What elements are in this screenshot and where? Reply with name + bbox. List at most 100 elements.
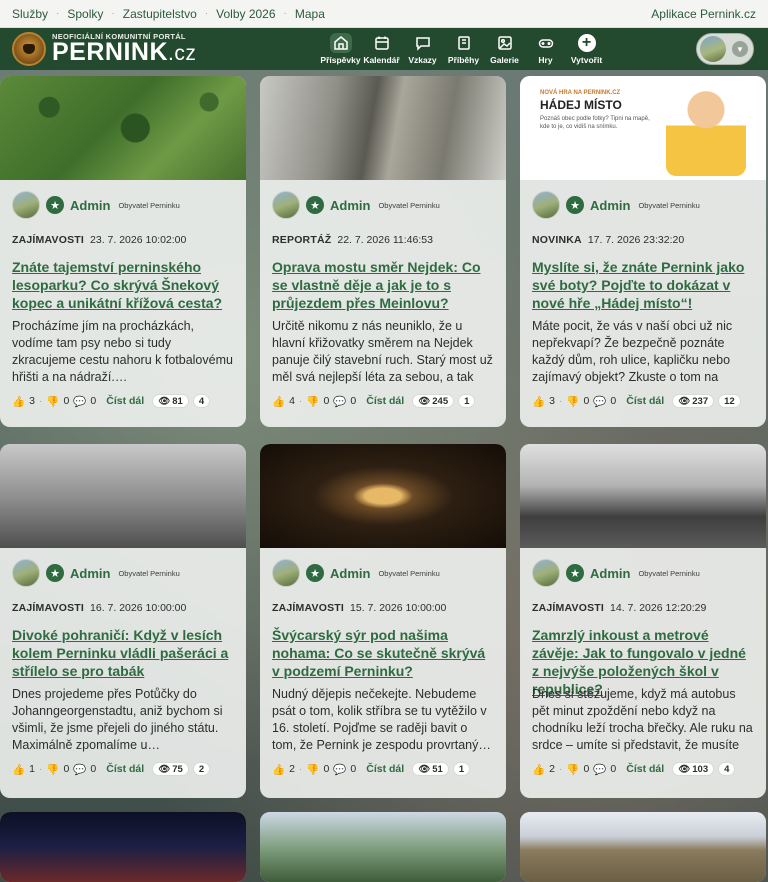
nav-prispevky[interactable]: Příspěvky [320, 28, 361, 70]
views-badge: 👁 51 [412, 762, 449, 776]
eye-icon: 👁 [418, 763, 431, 775]
post-image[interactable] [0, 444, 246, 548]
post-image[interactable] [520, 812, 766, 882]
author-name[interactable]: Admin [330, 566, 370, 581]
post-title[interactable]: Švýcarský sýr pod našima nohama: Co se s… [260, 622, 506, 684]
comment-icon[interactable]: 💬 [593, 763, 606, 776]
gamepad-icon [538, 39, 553, 48]
author-name[interactable]: Admin [330, 198, 370, 213]
author-avatar[interactable] [12, 559, 40, 587]
views-badge: 👁 237 [672, 394, 715, 408]
post-card[interactable] [0, 812, 246, 882]
post-stats: 👍 3 · 👎 0 💬 0 Číst dál 👁 81 4 [0, 388, 246, 408]
post-date: 22. 7. 2026 11:46:53 [337, 234, 433, 246]
link-volby[interactable]: Volby 2026 [216, 7, 275, 21]
read-more-link[interactable]: Číst dál [626, 395, 664, 407]
author-name[interactable]: Admin [70, 566, 110, 581]
nav-vytvorit[interactable]: + Vytvořit [566, 28, 607, 70]
nav-galerie[interactable]: Galerie [484, 28, 525, 70]
author-role: Obyvatel Perninku [378, 200, 440, 210]
post-image[interactable] [0, 76, 246, 180]
image-icon [497, 36, 512, 50]
nav-hry[interactable]: Hry [525, 28, 566, 70]
thumbs-up-icon[interactable]: 👍 [532, 763, 545, 776]
link-mapa[interactable]: Mapa [295, 7, 325, 21]
comment-icon[interactable]: 💬 [333, 395, 346, 408]
comment-icon[interactable]: 💬 [593, 395, 606, 408]
post-category: ZAJÍMAVOSTI [12, 602, 85, 614]
read-more-link[interactable]: Číst dál [106, 395, 144, 407]
post-card[interactable]: NOVÁ HRA NA PERNINK.CZ HÁDEJ MÍSTO Pozná… [520, 76, 766, 427]
post-category: ZAJÍMAVOSTI [532, 602, 605, 614]
author-avatar[interactable] [532, 559, 560, 587]
count-badge: 4 [718, 762, 736, 776]
post-card[interactable]: ★ Admin Obyvatel Perninku ZAJÍMAVOSTI 23.… [0, 76, 246, 427]
site-logo[interactable]: NEOFICIÁLNÍ KOMUNITNÍ PORTÁL PERNINK.cz [12, 32, 196, 66]
comment-icon[interactable]: 💬 [73, 395, 86, 408]
post-image[interactable] [260, 76, 506, 180]
app-link[interactable]: Aplikace Pernink.cz [651, 7, 756, 21]
book-icon [457, 36, 470, 50]
post-title[interactable]: Zamrzlý inkoust a metrové závěje: Jak to… [520, 622, 766, 697]
views-badge: 👁 81 [152, 394, 189, 408]
thumbs-down-icon[interactable]: 👎 [46, 395, 59, 408]
star-icon: ★ [306, 196, 324, 214]
thumbs-up-icon[interactable]: 👍 [12, 395, 25, 408]
read-more-link[interactable]: Číst dál [626, 763, 664, 775]
post-image[interactable] [260, 812, 506, 882]
read-more-link[interactable]: Číst dál [366, 763, 404, 775]
thumbs-down-icon[interactable]: 👎 [566, 763, 579, 776]
post-title[interactable]: Myslíte si, že znáte Pernink jako své bo… [520, 254, 766, 316]
thumbs-up-icon[interactable]: 👍 [272, 763, 285, 776]
author-name[interactable]: Admin [590, 198, 630, 213]
post-image[interactable] [260, 444, 506, 548]
comment-icon[interactable]: 💬 [333, 763, 346, 776]
post-excerpt: Nudný dějepis nečekejte. Nebudeme psát o… [272, 687, 491, 752]
thumbs-down-icon[interactable]: 👎 [306, 395, 319, 408]
read-more-link[interactable]: Číst dál [106, 763, 144, 775]
chat-icon [415, 37, 430, 51]
post-image[interactable] [520, 444, 766, 548]
post-category: REPORTÁŽ [272, 234, 332, 246]
thumbs-up-icon[interactable]: 👍 [272, 395, 285, 408]
author-avatar[interactable] [12, 191, 40, 219]
nav-vzkazy[interactable]: Vzkazy [402, 28, 443, 70]
link-sluzby[interactable]: Služby [12, 7, 48, 21]
post-stats: 👍 4 · 👎 0 💬 0 Číst dál 👁 245 1 [260, 388, 506, 408]
thumbs-down-icon[interactable]: 👎 [566, 395, 579, 408]
thumbs-up-icon[interactable]: 👍 [12, 763, 25, 776]
link-zastupitelstvo[interactable]: Zastupitelstvo [123, 7, 197, 21]
author-avatar[interactable] [272, 559, 300, 587]
user-menu[interactable]: ▼ [696, 33, 754, 65]
thumbs-down-icon[interactable]: 👎 [306, 763, 319, 776]
post-card[interactable]: ★ Admin Obyvatel Perninku REPORTÁŽ 22. 7.… [260, 76, 506, 427]
post-date: 15. 7. 2026 10:00:00 [350, 602, 447, 614]
post-card[interactable] [260, 812, 506, 882]
nav-pribehy[interactable]: Příběhy [443, 28, 484, 70]
post-title[interactable]: Divoké pohraničí: Když v lesích kolem Pe… [0, 622, 246, 684]
read-more-link[interactable]: Číst dál [366, 395, 404, 407]
post-card[interactable]: ★ Admin Obyvatel Perninku ZAJÍMAVOSTI 14.… [520, 444, 766, 798]
post-card[interactable] [520, 812, 766, 882]
post-image[interactable] [0, 812, 246, 882]
post-title[interactable]: Oprava mostu směr Nejdek: Co se vlastně … [260, 254, 506, 316]
thumbs-up-icon[interactable]: 👍 [532, 395, 545, 408]
post-title[interactable]: Znáte tajemství perninského lesoparku? C… [0, 254, 246, 316]
post-category: NOVINKA [532, 234, 582, 246]
post-card[interactable]: ★ Admin Obyvatel Perninku ZAJÍMAVOSTI 16.… [0, 444, 246, 798]
author-name[interactable]: Admin [590, 566, 630, 581]
count-badge: 2 [192, 762, 211, 776]
author-role: Obyvatel Perninku [118, 568, 180, 578]
nav-kalendar[interactable]: Kalendář [361, 28, 402, 70]
eye-icon: 👁 [158, 395, 171, 407]
comment-icon[interactable]: 💬 [73, 763, 86, 776]
author-name[interactable]: Admin [70, 198, 110, 213]
link-spolky[interactable]: Spolky [67, 7, 103, 21]
main-nav: Příspěvky Kalendář Vzkazy Příběhy Galeri… [320, 28, 607, 70]
author-avatar[interactable] [272, 191, 300, 219]
post-card[interactable]: ★ Admin Obyvatel Perninku ZAJÍMAVOSTI 15.… [260, 444, 506, 798]
post-excerpt: Dnes si stěžujeme, když má autobus pět m… [532, 687, 753, 756]
thumbs-down-icon[interactable]: 👎 [46, 763, 59, 776]
post-image[interactable]: NOVÁ HRA NA PERNINK.CZ HÁDEJ MÍSTO Pozná… [520, 76, 766, 180]
author-avatar[interactable] [532, 191, 560, 219]
